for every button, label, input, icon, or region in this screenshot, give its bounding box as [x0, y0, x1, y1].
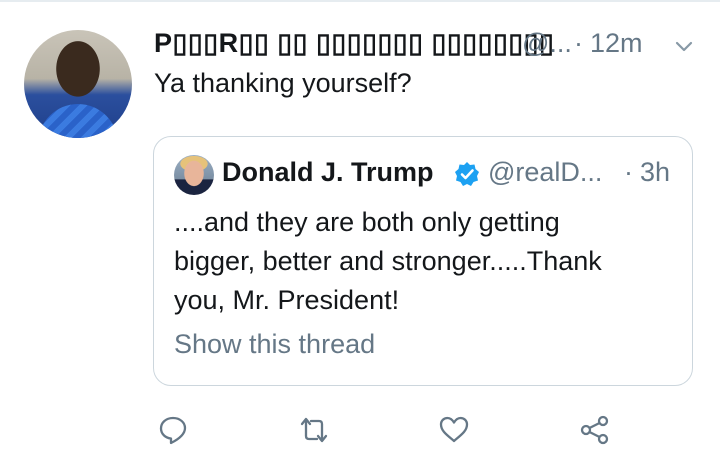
quoted-text-line: ....and they are both only getting — [174, 207, 560, 237]
user-handle[interactable]: @... — [522, 28, 572, 59]
tweet-header: P▯▯▯R▯▯ ▯▯ ▯▯▯▯▯▯▯ ▯▯▯▯▯▯▯▯ @... · 12m — [154, 22, 714, 66]
quoted-text-line: bigger, better and stronger.....Thank — [174, 246, 602, 276]
avatar-shirt — [38, 104, 118, 138]
quoted-display-name: Donald J. Trump — [222, 157, 434, 187]
quoted-separator-dot: · — [624, 157, 633, 187]
timestamp[interactable]: 12m — [590, 28, 643, 59]
chevron-down-icon[interactable] — [674, 36, 694, 56]
top-divider — [0, 0, 720, 2]
quoted-handle: @realD... — [488, 157, 603, 187]
reply-icon[interactable] — [157, 414, 189, 446]
quoted-text: ....and they are both only getting bigge… — [174, 203, 674, 320]
quoted-timestamp: 3h — [640, 157, 671, 187]
retweet-icon[interactable] — [298, 414, 330, 446]
verified-badge-icon — [455, 162, 479, 186]
display-name[interactable]: P▯▯▯R▯▯ ▯▯ ▯▯▯▯▯▯▯ ▯▯▯▯▯▯▯▯ — [154, 28, 554, 59]
quoted-tweet[interactable]: Donald J. Trump @realD... · 3h ....and t… — [153, 136, 693, 386]
user-avatar[interactable] — [24, 30, 132, 138]
tweet-text: Ya thanking yourself? — [154, 68, 412, 98]
like-icon[interactable] — [438, 414, 470, 446]
share-icon[interactable] — [579, 414, 611, 446]
quoted-avatar[interactable] — [174, 155, 214, 195]
action-bar — [0, 408, 720, 452]
quoted-text-line: you, Mr. President! — [174, 285, 400, 315]
separator-dot: · — [574, 28, 583, 58]
show-thread-link[interactable]: Show this thread — [174, 329, 375, 360]
